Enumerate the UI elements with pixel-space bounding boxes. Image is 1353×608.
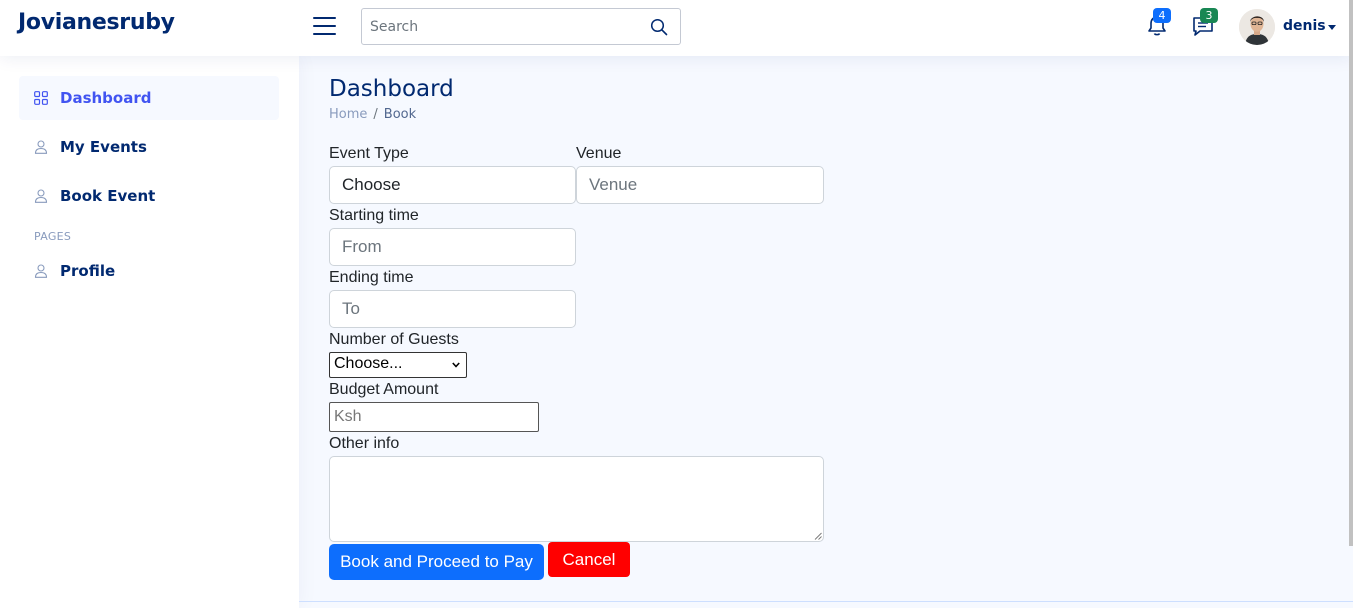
user-name: denis: [1283, 18, 1326, 34]
other-info-label: Other info: [329, 435, 400, 452]
notifications-button[interactable]: 4: [1145, 8, 1171, 38]
person-icon: [34, 189, 48, 203]
chevron-down-icon: [452, 362, 460, 368]
sidebar-item-book-event[interactable]: Book Event: [19, 174, 279, 218]
ending-time-input[interactable]: [329, 290, 576, 328]
book-and-pay-button[interactable]: Book and Proceed to Pay: [329, 544, 544, 580]
sidebar-item-label: Profile: [60, 262, 116, 280]
event-type-label: Event Type: [329, 145, 409, 162]
cancel-button[interactable]: Cancel: [548, 542, 630, 577]
guests-select[interactable]: Choose...: [329, 352, 467, 378]
breadcrumb: Home / Book: [329, 107, 416, 122]
budget-input[interactable]: [329, 402, 539, 432]
vertical-scrollbar[interactable]: [1349, 0, 1353, 546]
sidebar-item-label: Dashboard: [60, 89, 152, 107]
sidebar: Dashboard My Events Book Event PAGES Pro…: [0, 56, 299, 608]
caret-down-icon: [1328, 25, 1336, 30]
breadcrumb-home-link[interactable]: Home: [329, 107, 367, 122]
resize-handle-icon[interactable]: [814, 532, 822, 540]
top-header: Jovianesruby 4 3: [0, 0, 1353, 56]
breadcrumb-current: Book: [383, 107, 417, 122]
sidebar-item-label: Book Event: [60, 187, 156, 205]
sidebar-section-heading: PAGES: [34, 230, 72, 243]
sidebar-item-my-events[interactable]: My Events: [19, 125, 279, 169]
page-title: Dashboard: [329, 76, 454, 102]
ending-time-label: Ending time: [329, 269, 414, 286]
starting-time-input[interactable]: [329, 228, 576, 266]
person-icon: [34, 264, 48, 278]
footer-divider: [299, 601, 1353, 602]
message-count-badge: 3: [1200, 8, 1218, 23]
venue-input[interactable]: [576, 166, 824, 204]
event-type-select[interactable]: Choose: [329, 166, 576, 204]
sidebar-item-label: My Events: [60, 138, 147, 156]
starting-time-label: Starting time: [329, 207, 419, 224]
person-icon: [34, 140, 48, 154]
guests-label: Number of Guests: [329, 331, 459, 348]
search-icon[interactable]: [650, 18, 668, 36]
grid-icon: [34, 91, 48, 105]
breadcrumb-separator: /: [373, 107, 378, 122]
notification-count-badge: 4: [1153, 8, 1171, 23]
search-bar: [361, 8, 681, 45]
menu-toggle-icon[interactable]: [313, 15, 337, 37]
app-logo[interactable]: Jovianesruby: [18, 10, 175, 35]
messages-button[interactable]: 3: [1191, 8, 1218, 38]
sidebar-item-profile[interactable]: Profile: [19, 249, 279, 293]
budget-label: Budget Amount: [329, 381, 439, 398]
avatar: [1239, 9, 1275, 45]
search-input[interactable]: [362, 9, 642, 44]
venue-label: Venue: [576, 145, 622, 162]
guests-select-value: Choose...: [334, 355, 403, 372]
other-info-textarea[interactable]: [329, 456, 824, 542]
sidebar-item-dashboard[interactable]: Dashboard: [19, 76, 279, 120]
